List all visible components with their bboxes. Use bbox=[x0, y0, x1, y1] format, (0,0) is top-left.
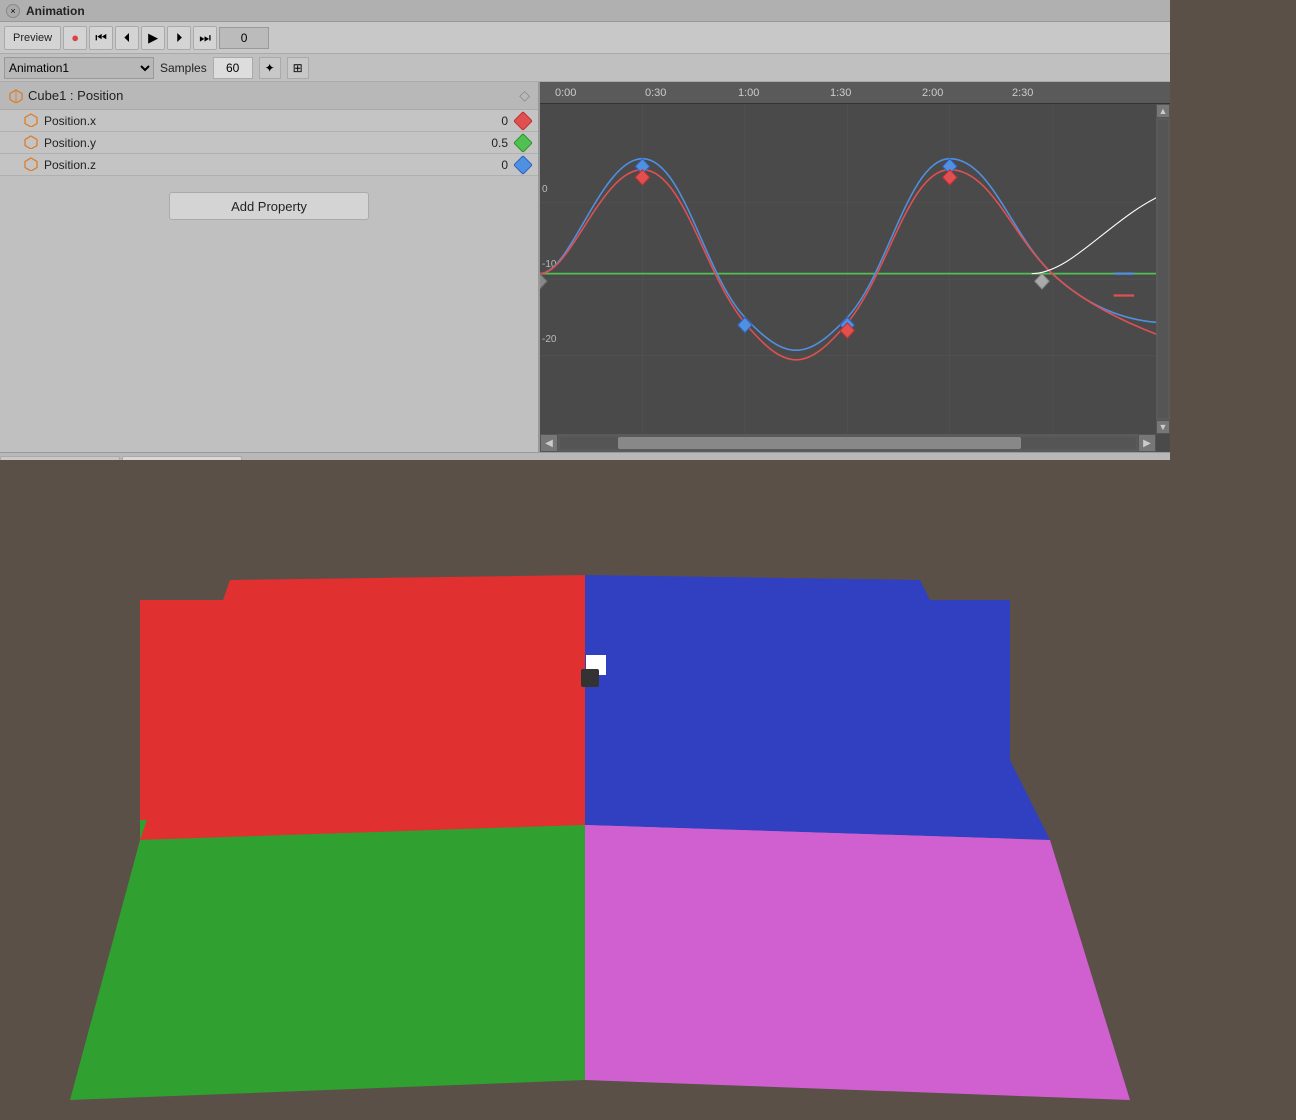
timeline-header: 0:00 0:30 1:00 1:30 2:00 2:30 bbox=[540, 82, 1170, 104]
tick-130: 1:30 bbox=[830, 82, 851, 104]
play-button[interactable]: ▶ bbox=[141, 26, 165, 50]
cube-icon bbox=[8, 88, 24, 104]
tick-100: 1:00 bbox=[738, 82, 759, 104]
add-property-button[interactable]: Add Property bbox=[169, 192, 369, 220]
add-track-icon[interactable]: ⊞ bbox=[287, 57, 309, 79]
scroll-thumb bbox=[618, 437, 1021, 449]
position-x-dot[interactable] bbox=[513, 111, 533, 131]
keyframe-add-icon[interactable]: ✦ bbox=[259, 57, 281, 79]
skip-start-button[interactable]: ⏮ bbox=[89, 26, 113, 50]
property-header: Cube1 : Position ◇ bbox=[0, 82, 538, 110]
position-z-label: Position.z bbox=[44, 158, 468, 172]
curve-area: 0 -10 -20 bbox=[540, 104, 1170, 452]
position-z-dot[interactable] bbox=[513, 155, 533, 175]
tick-000: 0:00 bbox=[555, 82, 576, 104]
tick-200: 2:00 bbox=[922, 82, 943, 104]
scroll-right-button[interactable]: ▶ bbox=[1138, 434, 1156, 452]
next-frame-button[interactable]: ⏵ bbox=[167, 26, 191, 50]
tick-230: 2:30 bbox=[1012, 82, 1033, 104]
time-input[interactable] bbox=[219, 27, 269, 49]
cube-object bbox=[578, 655, 613, 690]
position-x-value: 0 bbox=[468, 114, 508, 128]
position-x-icon bbox=[24, 113, 40, 129]
scroll-track-vertical[interactable] bbox=[1158, 120, 1168, 418]
skip-end-button[interactable]: ⏭ bbox=[193, 26, 217, 50]
curve-svg bbox=[540, 104, 1170, 452]
position-x-label: Position.x bbox=[44, 114, 468, 128]
position-y-dot[interactable] bbox=[513, 133, 533, 153]
position-y-icon bbox=[24, 135, 40, 151]
scroll-up-button[interactable]: ▲ bbox=[1156, 104, 1170, 118]
record-icon: ● bbox=[71, 30, 79, 45]
curve-editor: 0:00 0:30 1:00 1:30 2:00 2:30 0 -10 -20 bbox=[540, 82, 1170, 452]
3d-viewport bbox=[0, 460, 1296, 1120]
record-button[interactable]: ● bbox=[63, 26, 87, 50]
samples-input[interactable] bbox=[213, 57, 253, 79]
position-y-value: 0.5 bbox=[468, 136, 508, 150]
play-icon: ▶ bbox=[148, 30, 158, 46]
tick-030: 0:30 bbox=[645, 82, 666, 104]
scroll-left-button[interactable]: ◀ bbox=[540, 434, 558, 452]
prev-frame-button[interactable]: ⏴ bbox=[115, 26, 139, 50]
property-row-z[interactable]: Position.z 0 bbox=[0, 154, 538, 176]
property-row-y[interactable]: Position.y 0.5 bbox=[0, 132, 538, 154]
close-button[interactable]: × bbox=[6, 4, 20, 18]
keyframe-icon: ◇ bbox=[519, 87, 530, 104]
close-icon: × bbox=[10, 6, 15, 16]
position-y-label: Position.y bbox=[44, 136, 468, 150]
title-bar: × Animation bbox=[0, 0, 1170, 22]
preview-button[interactable]: Preview bbox=[4, 26, 61, 50]
scroll-track-horizontal[interactable] bbox=[560, 437, 1136, 449]
samples-label: Samples bbox=[160, 61, 207, 75]
left-panel: Cube1 : Position ◇ Position.x 0 bbox=[0, 82, 540, 452]
skip-start-icon: ⏮ bbox=[95, 30, 107, 46]
toolbar: Preview ● ⏮ ⏴ ▶ ⏵ ⏭ bbox=[0, 22, 1170, 54]
floor-svg bbox=[0, 460, 1296, 1120]
property-row-x[interactable]: Position.x 0 bbox=[0, 110, 538, 132]
position-z-value: 0 bbox=[468, 158, 508, 172]
scroll-down-button[interactable]: ▼ bbox=[1156, 420, 1170, 434]
animation-panel: × Animation Preview ● ⏮ ⏴ ▶ ⏵ ⏭ Animatio… bbox=[0, 0, 1170, 460]
prev-frame-icon: ⏴ bbox=[124, 30, 131, 46]
main-content: Cube1 : Position ◇ Position.x 0 bbox=[0, 82, 1170, 452]
position-z-icon bbox=[24, 157, 40, 173]
next-frame-icon: ⏵ bbox=[176, 30, 183, 46]
animation-name-select[interactable]: Animation1 bbox=[4, 57, 154, 79]
skip-end-icon: ⏭ bbox=[199, 30, 211, 46]
vertical-scrollbar: ▲ ▼ bbox=[1156, 104, 1170, 434]
cube-dark-face bbox=[581, 669, 599, 687]
horizontal-scrollbar: ◀ ▶ bbox=[540, 434, 1156, 452]
anim-name-row: Animation1 Samples ✦ ⊞ bbox=[0, 54, 1170, 82]
property-group-title: Cube1 : Position bbox=[28, 88, 123, 103]
window-title: Animation bbox=[26, 4, 85, 18]
